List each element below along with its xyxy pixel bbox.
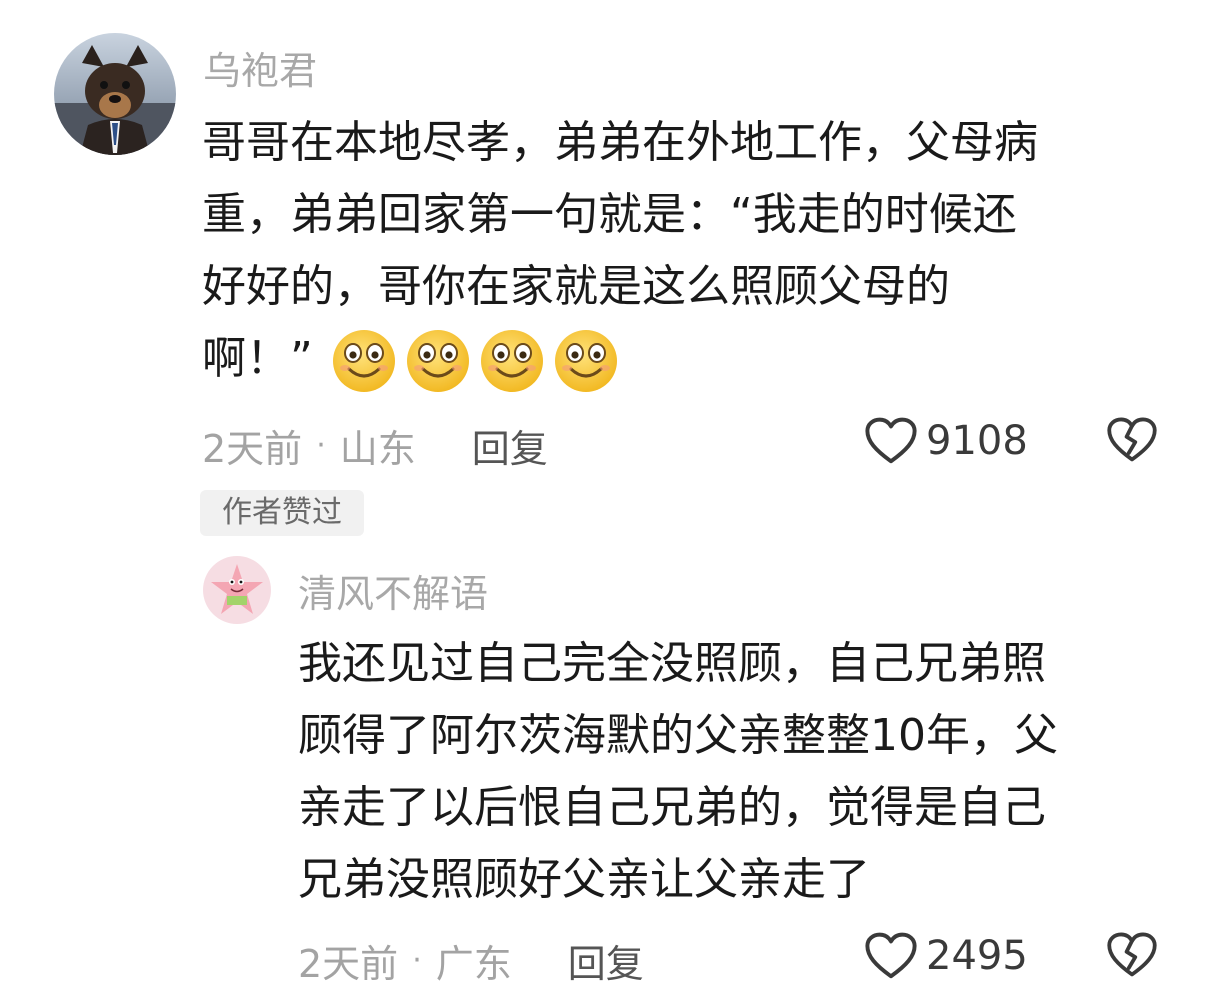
comment-line: 重，弟弟回家第一句就是：“我走的时候还 [202,189,1017,240]
comment-meta: 2天前 · 山东 回复 [202,418,548,473]
avatar[interactable] [203,556,271,624]
smiling-face-icon [405,328,471,394]
reply-button[interactable]: 回复 [568,933,644,988]
like-button[interactable]: 9108 [864,416,1028,466]
timestamp: 2天前 [298,942,399,986]
comment-text: 我还见过自己完全没照顾，自己兄弟照 顾得了阿尔茨海默的父亲整整10年，父 亲走了… [298,628,1058,916]
comment-line: 我还见过自己完全没照顾，自己兄弟照 [298,638,1046,689]
comment-line: 好好的，哥你在家就是这么照顾父母的 [202,261,950,312]
broken-heart-icon [1106,931,1158,979]
comment-line-last: 啊！” [202,323,1038,395]
like-count: 2495 [926,933,1028,979]
broken-heart-icon [1106,416,1158,464]
avatar[interactable] [54,33,176,155]
comment-line: 顾得了阿尔茨海默的父亲整整10年，父 [298,710,1058,761]
comment-text: 哥哥在本地尽孝，弟弟在外地工作，父母病 重，弟弟回家第一句就是：“我走的时候还 … [202,107,1038,395]
comment-line: 兄弟没照顾好父亲让父亲走了 [298,854,870,905]
comment-meta: 2天前 · 广东 回复 [298,933,644,988]
smiling-face-icon [553,328,619,394]
separator: · [412,943,422,978]
timestamp: 2天前 [202,427,303,471]
location: 山东 [339,427,416,471]
dislike-button[interactable] [1106,416,1158,468]
reply-button[interactable]: 回复 [472,418,548,473]
heart-icon [864,416,918,466]
username[interactable]: 清风不解语 [298,563,488,618]
dog-avatar-icon [54,45,176,155]
comment-line: 哥哥在本地尽孝，弟弟在外地工作，父母病 [202,117,1038,168]
emoji-row [331,328,619,394]
like-button[interactable]: 2495 [864,931,1028,981]
like-count: 9108 [926,418,1028,464]
heart-icon [864,931,918,981]
starfish-avatar-icon [211,564,263,614]
smiling-face-icon [331,328,397,394]
author-liked-badge: 作者赞过 [200,490,364,536]
location: 广东 [435,942,512,986]
comment-line: 亲走了以后恨自己兄弟的，觉得是自己 [298,782,1046,833]
comment-line: 啊！” [202,333,313,384]
smiling-face-icon [479,328,545,394]
dislike-button[interactable] [1106,931,1158,983]
separator: · [316,428,326,463]
username[interactable]: 乌袍君 [203,40,317,95]
